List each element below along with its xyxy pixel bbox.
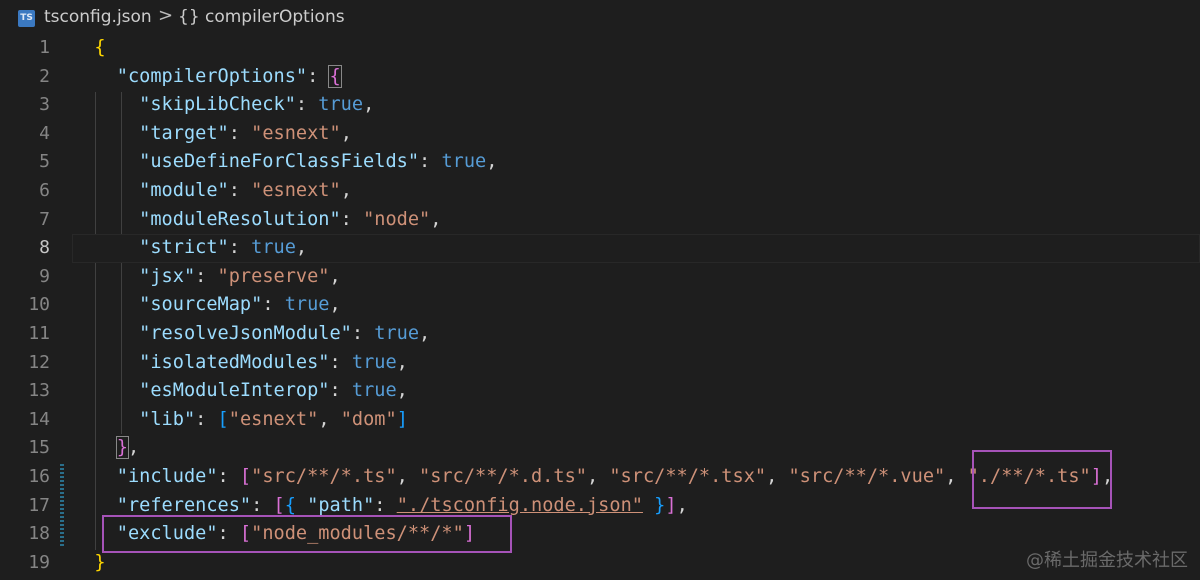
code-line: "target": "esnext", <box>139 122 352 144</box>
line-number: 10 <box>28 294 50 316</box>
breadcrumb-symbol[interactable]: compilerOptions <box>205 7 345 27</box>
chevron-right-icon: > <box>158 5 174 26</box>
code-line: "jsx": "preserve", <box>139 265 341 287</box>
watermark: @稀土掘金技术社区 <box>1026 550 1188 571</box>
code-line: { <box>94 37 106 58</box>
code-line: "module": "esnext", <box>139 179 352 201</box>
line-number: 14 <box>28 408 50 430</box>
include-glob-highlight-box <box>972 450 1112 509</box>
line-number: 11 <box>28 322 50 344</box>
line-number: 4 <box>39 122 50 144</box>
breadcrumb: TS tsconfig.json > {} compilerOptions <box>0 0 1200 36</box>
line-number-gutter: 1 2 3 4 5 6 7 8 9 10 11 12 13 14 15 16 1… <box>0 34 62 577</box>
line-number: 16 <box>28 465 50 487</box>
line-number: 18 <box>28 523 50 545</box>
code-line-current: "strict": true, <box>72 234 1200 263</box>
line-number: 2 <box>39 65 50 87</box>
code-line: "skipLibCheck": true, <box>139 94 375 116</box>
code-line: "isolatedModules": true, <box>139 351 408 373</box>
code-line: "sourceMap": true, <box>139 294 341 316</box>
typescript-config-file-icon: TS <box>18 10 35 27</box>
line-number: 9 <box>39 265 50 287</box>
code-line: "compilerOptions": { <box>116 64 342 88</box>
code-line: "esModuleInterop": true, <box>139 380 408 402</box>
line-number: 15 <box>28 437 50 459</box>
line-number: 5 <box>39 151 50 173</box>
line-number: 13 <box>28 380 50 402</box>
modified-lines-indicator[interactable] <box>60 464 64 546</box>
line-number: 3 <box>39 94 50 116</box>
line-number: 6 <box>39 179 50 201</box>
line-number: 1 <box>39 37 50 58</box>
code-line: "resolveJsonModule": true, <box>139 322 431 344</box>
line-number: 17 <box>28 494 50 516</box>
line-number: 12 <box>28 351 50 373</box>
object-symbol-icon: {} <box>178 7 200 27</box>
exclude-line-highlight-box <box>102 515 512 553</box>
breadcrumb-file[interactable]: tsconfig.json <box>44 7 152 27</box>
code-line: "moduleResolution": "node", <box>139 208 442 230</box>
line-number-active: 8 <box>39 237 50 259</box>
code-line: "lib": ["esnext", "dom"] <box>139 408 408 430</box>
code-line: "useDefineForClassFields": true, <box>139 151 498 173</box>
line-number: 19 <box>28 551 50 573</box>
line-number: 7 <box>39 208 50 230</box>
